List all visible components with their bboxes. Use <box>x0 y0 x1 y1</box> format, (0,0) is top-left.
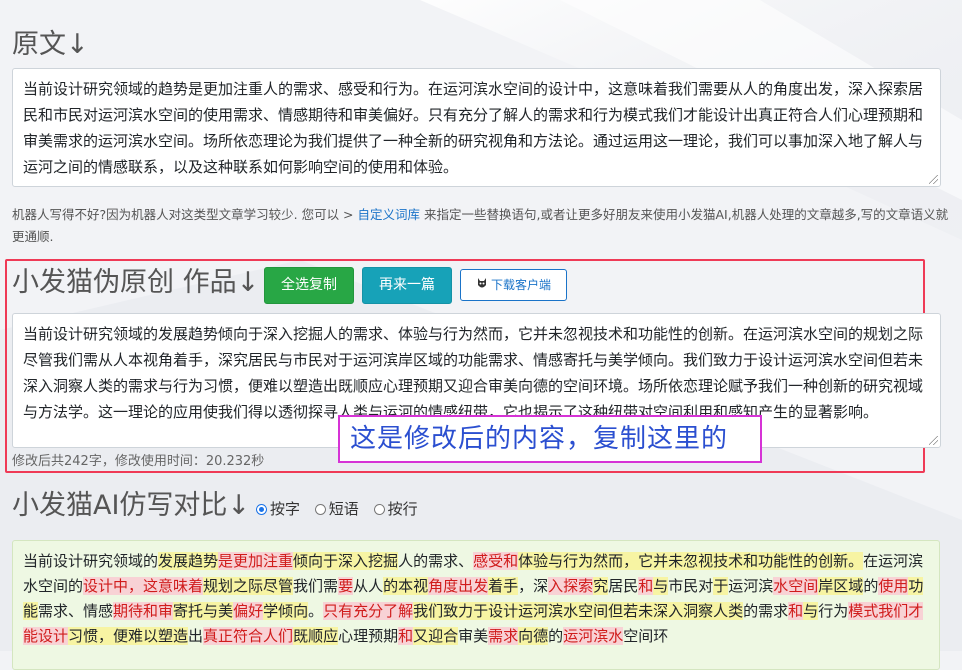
diff-removed-segment: 要 <box>338 577 354 595</box>
download-client-button[interactable]: 下载客户端 <box>460 269 567 301</box>
diff-added-segment: 体验与行为然而，它并未忽视技术和功能性的创新。 <box>518 552 864 570</box>
diff-same-segment: 人的需求、 <box>398 552 474 570</box>
rewrite-title: 小发猫伪原创 作品↓ <box>12 267 260 298</box>
radio-by-phrase-dot[interactable] <box>314 504 326 515</box>
diff-added-segment: 寄托与美 <box>173 602 234 620</box>
diff-added-segment: 规划之际尽管 <box>203 577 294 595</box>
original-text: 当前设计研究领域的趋势是更加注重人的需求、感受和行为。在运河滨水空间的设计中，这… <box>23 80 924 176</box>
diff-added-segment: 的本视 <box>383 577 429 595</box>
diff-removed-segment: 和 <box>788 602 804 620</box>
diff-same-segment: 运河滨 <box>728 577 774 595</box>
compare-mode-radios: 按字 短语 按行 <box>256 498 428 519</box>
radio-by-line[interactable]: 按行 <box>373 500 418 518</box>
diff-added-segment: 岸区域 <box>818 577 864 595</box>
diff-same-segment: 空间环 <box>623 627 669 645</box>
diff-added-segment: 着手 <box>488 577 519 595</box>
radio-by-char-dot[interactable] <box>256 504 267 515</box>
diff-added-segment: 与 <box>803 602 819 620</box>
radio-by-phrase-label: 短语 <box>328 500 359 518</box>
diff-removed-segment: 使用 <box>878 577 909 595</box>
rewrite-stats: 修改后共242字，修改使用时间：20.232秒 <box>12 454 265 469</box>
diff-added-segment: 我们致力于设计运河滨水空间但若未深入洞察人类 <box>413 602 744 620</box>
diff-same-segment: 的 <box>548 627 564 645</box>
diff-removed-segment: 入探索 <box>548 577 594 595</box>
radio-by-line-dot[interactable] <box>373 504 385 515</box>
diff-same-segment: 居民 <box>608 577 639 595</box>
diff-removed-segment: 需求 <box>488 627 519 645</box>
diff-same-segment: 行为 <box>818 602 849 620</box>
radio-by-char[interactable]: 按字 <box>256 500 300 518</box>
diff-added-segment: 发展趋势 <box>158 552 219 570</box>
diff-removed-segment: 和 <box>638 577 654 595</box>
custom-dictionary-link[interactable]: 自定义词库 <box>358 207 421 222</box>
radio-by-char-label: 按字 <box>270 500 301 518</box>
diff-removed-segment: 运河滨水 <box>563 627 624 645</box>
resize-handle[interactable] <box>929 436 938 445</box>
diff-same-segment: 。 <box>308 602 324 620</box>
diff-removed-segment: 真正符合人们 <box>203 627 294 645</box>
diff-added-segment: 既顺应 <box>293 627 339 645</box>
diff-same-segment: 当前设计研究领域的 <box>23 552 159 570</box>
diff-removed-segment: 偏好 <box>233 602 264 620</box>
radio-by-line-label: 按行 <box>387 500 418 518</box>
diff-removed-segment: 水空间 <box>773 577 819 595</box>
page: 原文↓ 当前设计研究领域的趋势是更加注重人的需求、感受和行为。在运河滨水空间的设… <box>0 0 962 670</box>
resize-handle[interactable] <box>929 175 938 184</box>
diff-added-segment: 与 <box>653 577 669 595</box>
diff-added-segment: 究 <box>593 577 609 595</box>
diff-removed-segment: 只有充分了解 <box>323 602 414 620</box>
diff-same-segment: 需求、情感 <box>38 602 114 620</box>
diff-removed-segment: 和 <box>398 627 414 645</box>
copy-here-annotation: 这是修改后的内容，复制这里的 <box>338 415 762 463</box>
diff-added-segment: 于 <box>713 577 729 595</box>
diff-same-segment: ，深 <box>518 577 549 595</box>
notice-before: 机器人写得不好?因为机器人对这类型文章学习较少. 您可以 > <box>12 207 358 222</box>
diff-same-segment: 我们需 <box>293 577 339 595</box>
cat-logo-icon <box>477 278 486 288</box>
download-client-label: 下载客户端 <box>490 278 551 292</box>
diff-same-segment: 市民对 <box>668 577 714 595</box>
diff-same-segment: 的需求 <box>743 602 789 620</box>
radio-by-phrase[interactable]: 短语 <box>314 500 359 518</box>
diff-added-segment: 学倾向 <box>263 602 309 620</box>
diff-added-segment: 向德 <box>518 627 549 645</box>
diff-same-segment: 的 <box>863 577 879 595</box>
diff-removed-segment: 角度出发 <box>428 577 489 595</box>
another-article-button[interactable]: 再来一篇 <box>362 267 452 304</box>
notice-text: 机器人写得不好?因为机器人对这类型文章学习较少. 您可以 > 自定义词库 来指定… <box>12 204 952 248</box>
original-title: 原文↓ <box>12 29 89 60</box>
diff-removed-segment: 设计中，这意味着 <box>83 577 204 595</box>
diff-same-segment: 审美 <box>458 627 489 645</box>
compare-title: 小发猫AI仿写对比↓ <box>12 490 251 521</box>
diff-removed-segment: 期待和审 <box>113 602 174 620</box>
original-textarea[interactable]: 当前设计研究领域的趋势是更加注重人的需求、感受和行为。在运河滨水空间的设计中，这… <box>12 68 941 187</box>
diff-removed-segment: 是更加注重 <box>218 552 294 570</box>
diff-added-segment: 习惯，便难以塑造 <box>68 627 189 645</box>
diff-added-segment: 又迎合 <box>413 627 459 645</box>
diff-same-segment: 从人 <box>353 577 384 595</box>
diff-same-segment: 心理预期 <box>338 627 399 645</box>
copy-all-button[interactable]: 全选复制 <box>264 267 354 304</box>
diff-same-segment: 出 <box>188 627 204 645</box>
diff-added-segment: 倾向于深入挖掘 <box>293 552 399 570</box>
diff-removed-segment: 感受和 <box>473 552 519 570</box>
rewrite-text: 当前设计研究领域的发展趋势倾向于深入挖掘人的需求、体验与行为然而，它并未忽视技术… <box>23 325 924 421</box>
